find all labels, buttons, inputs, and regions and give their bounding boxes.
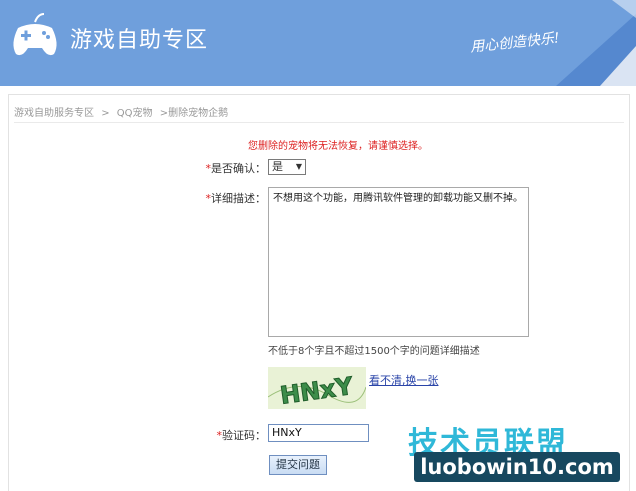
gamepad-icon [13,13,57,56]
breadcrumb: 游戏自助服务专区 > QQ宠物 >删除宠物企鹅 [14,104,232,119]
description-textarea[interactable]: 不想用这个功能，用腾讯软件管理的卸载功能又删不掉。 [268,187,529,337]
submit-button[interactable]: 提交问题 [269,455,327,475]
description-label: *详细描述： [196,190,267,206]
watermark-url: luobowin10.com [414,452,620,482]
captcha-label: *验证码： [196,427,267,443]
confirm-label-text: 是否确认： [211,162,266,175]
breadcrumb-current: >删除宠物企鹅 [159,108,229,119]
captcha-image: HNxY [267,367,367,410]
description-label-text: 详细描述： [211,192,266,205]
chevron-down-icon: ▼ [295,162,302,171]
page-title: 游戏自助专区 [70,28,209,53]
breadcrumb-home[interactable]: 游戏自助服务专区 [14,108,94,119]
page-header: 游戏自助专区 用心创造快乐! [0,0,636,86]
description-hint: 不低于8个字且不超过1500个字的问题详细描述 [268,346,480,357]
confirm-select[interactable]: 是 ▼ [268,159,306,175]
captcha-graphic: HNxY [267,367,367,410]
confirm-select-value: 是 [272,160,283,173]
captcha-input[interactable]: HNxY [268,424,369,442]
breadcrumb-qq-pet[interactable]: QQ宠物 [117,108,153,119]
captcha-refresh-link[interactable]: 看不清,换一张 [369,372,439,388]
delete-warning: 您删除的宠物将无法恢复，请谨慎选择。 [248,141,428,152]
breadcrumb-separator: > [101,108,110,119]
confirm-label: *是否确认： [196,160,267,176]
header-decoration [556,0,636,86]
captcha-label-text: 验证码： [222,429,266,442]
breadcrumb-divider [14,122,624,123]
